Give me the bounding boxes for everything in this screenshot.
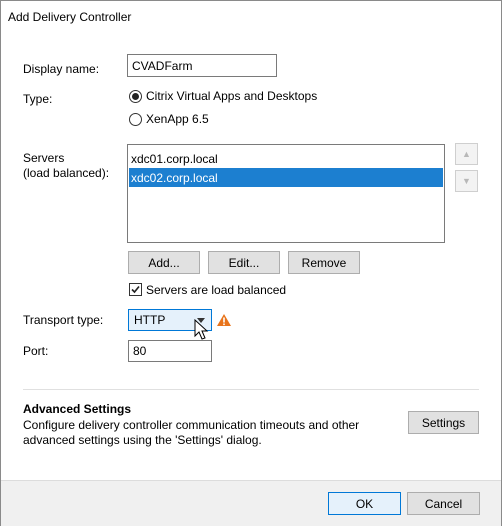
list-item[interactable]: xdc01.corp.local — [129, 149, 443, 168]
settings-button[interactable]: Settings — [408, 411, 479, 434]
load-balanced-checkbox[interactable] — [129, 283, 142, 296]
dialog-footer: OK Cancel — [1, 480, 501, 526]
dialog-title: Add Delivery Controller — [8, 10, 132, 24]
edit-server-button[interactable]: Edit... — [208, 251, 280, 274]
separator — [23, 389, 479, 390]
mouse-cursor-icon — [194, 319, 209, 340]
list-item[interactable]: xdc02.corp.local — [129, 168, 443, 187]
load-balanced-label[interactable]: Servers are load balanced — [146, 283, 286, 297]
advanced-settings-heading: Advanced Settings — [23, 402, 132, 416]
add-server-button[interactable]: Add... — [128, 251, 200, 274]
advanced-settings-description-2: advanced settings using the 'Settings' d… — [23, 433, 262, 447]
cancel-button[interactable]: Cancel — [407, 492, 480, 515]
title-bar[interactable]: Add Delivery Controller — [1, 1, 501, 33]
radio-citrix-virtual-apps-label[interactable]: Citrix Virtual Apps and Desktops — [146, 89, 317, 103]
ok-button[interactable]: OK — [328, 492, 401, 515]
chevron-up-icon: ▲ — [462, 149, 471, 159]
remove-server-button[interactable]: Remove — [288, 251, 360, 274]
display-name-input[interactable] — [127, 54, 277, 77]
add-delivery-controller-dialog: Add Delivery Controller Display name: Ty… — [0, 0, 502, 526]
port-label: Port: — [23, 344, 49, 358]
move-up-button[interactable]: ▲ — [455, 143, 478, 165]
warning-icon — [217, 314, 231, 326]
display-name-label: Display name: — [23, 62, 100, 76]
radio-xenapp-65[interactable] — [129, 113, 142, 126]
port-input[interactable] — [128, 340, 212, 362]
transport-type-label: Transport type: — [23, 313, 104, 327]
chevron-down-icon: ▼ — [462, 176, 471, 186]
type-label: Type: — [23, 92, 53, 106]
checkmark-icon — [131, 285, 140, 294]
radio-xenapp-65-label[interactable]: XenApp 6.5 — [146, 112, 209, 126]
servers-load-balanced-label: (load balanced): — [23, 166, 110, 180]
move-down-button[interactable]: ▼ — [455, 170, 478, 192]
radio-citrix-virtual-apps[interactable] — [129, 90, 142, 103]
servers-listbox[interactable]: xdc01.corp.local xdc02.corp.local — [127, 144, 445, 243]
transport-type-value: HTTP — [134, 313, 166, 327]
servers-label: Servers — [23, 151, 65, 165]
advanced-settings-description-1: Configure delivery controller communicat… — [23, 418, 360, 432]
